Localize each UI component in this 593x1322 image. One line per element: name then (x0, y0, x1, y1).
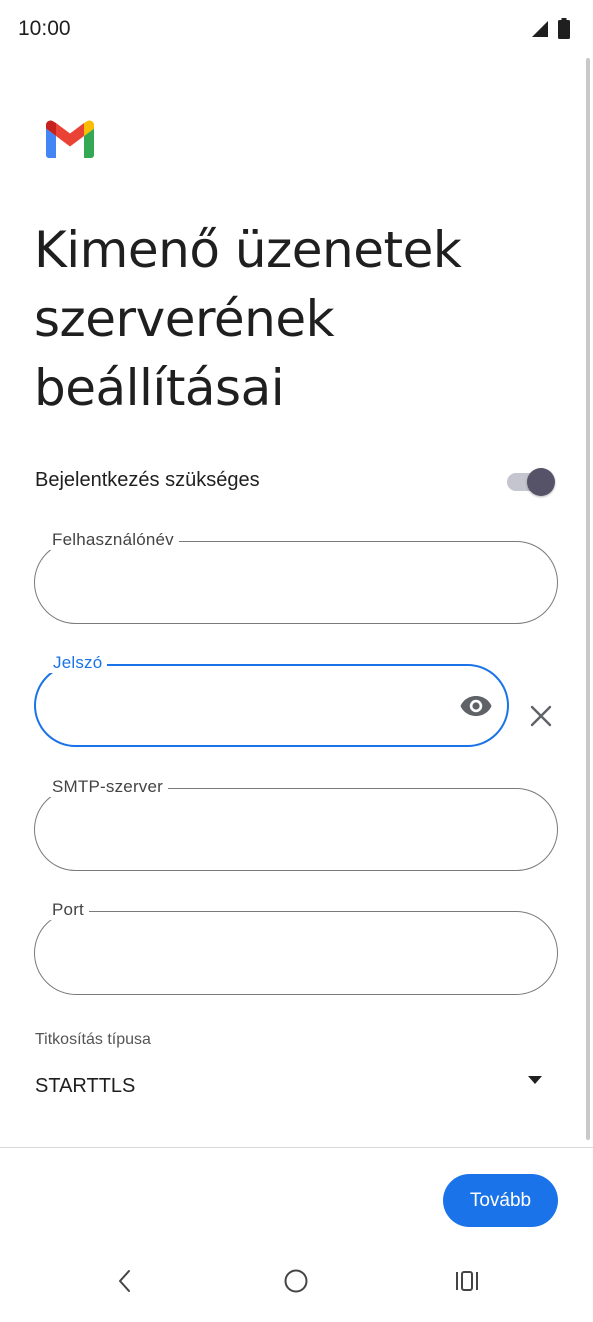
login-required-label: Bejelentkezés szükséges (35, 469, 260, 491)
battery-icon (558, 18, 570, 39)
toggle-thumb (527, 468, 555, 496)
password-label: Jelszó (48, 653, 108, 673)
username-field[interactable]: Felhasználónév (34, 530, 558, 624)
encryption-type-label: Titkosítás típusa (35, 1031, 151, 1048)
footer-divider (0, 1147, 593, 1148)
page-title-line: szerverének (34, 290, 335, 348)
system-navigation-bar (0, 1248, 593, 1322)
nav-home-icon[interactable] (283, 1268, 309, 1294)
page-title-line: Kimenő üzenetek (34, 221, 462, 279)
nav-recents-icon[interactable] (454, 1270, 480, 1292)
signal-icon (532, 21, 548, 37)
smtp-server-label: SMTP-szerver (47, 777, 169, 797)
page-title: Kimenő üzenetek szerverének beállításai (34, 216, 554, 423)
clear-icon[interactable] (529, 704, 553, 728)
nav-back-icon[interactable] (115, 1268, 135, 1294)
username-label: Felhasználónév (47, 530, 179, 550)
password-field[interactable]: Jelszó (34, 653, 509, 747)
eye-icon[interactable] (459, 694, 493, 718)
port-field[interactable]: Port (34, 900, 558, 995)
port-label: Port (47, 900, 89, 920)
gmail-logo (46, 120, 94, 158)
next-button[interactable]: Tovább (443, 1174, 558, 1227)
dropdown-arrow-icon[interactable] (527, 1075, 543, 1085)
scrollbar[interactable] (586, 58, 590, 1140)
page-title-line: beállításai (34, 359, 285, 417)
login-required-toggle[interactable] (505, 468, 557, 496)
status-bar: 10:00 (0, 0, 593, 58)
status-time: 10:00 (18, 17, 71, 40)
encryption-type-select[interactable]: STARTTLS (35, 1075, 135, 1098)
smtp-server-field[interactable]: SMTP-szerver (34, 777, 558, 871)
